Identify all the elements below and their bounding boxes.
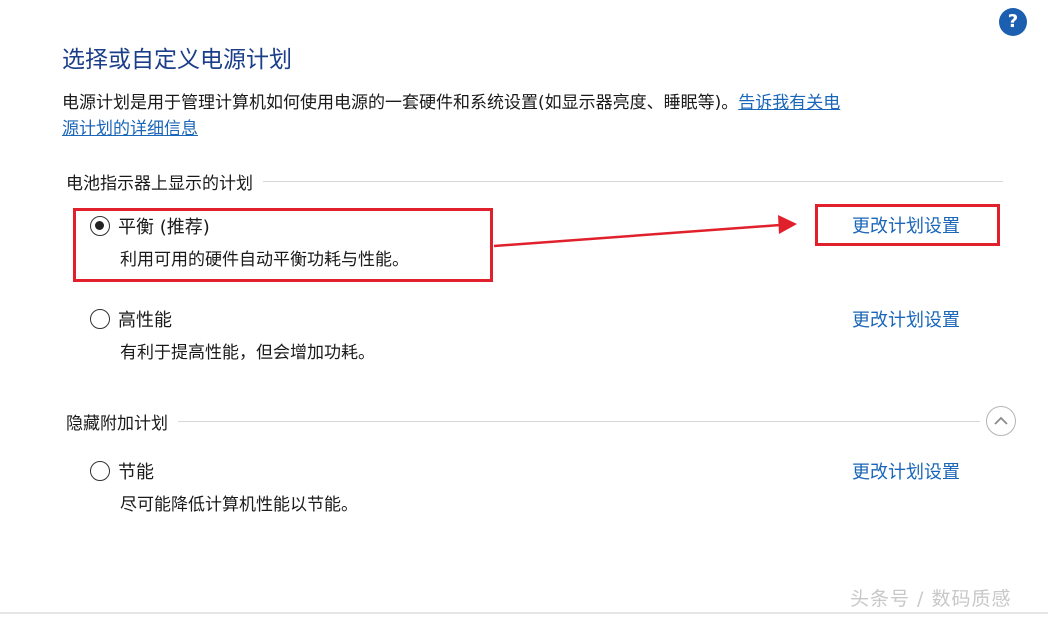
watermark: 头条号 / 数码质感 [850, 588, 1012, 610]
bottom-divider [0, 612, 1048, 614]
annotation-arrow [493, 215, 797, 248]
